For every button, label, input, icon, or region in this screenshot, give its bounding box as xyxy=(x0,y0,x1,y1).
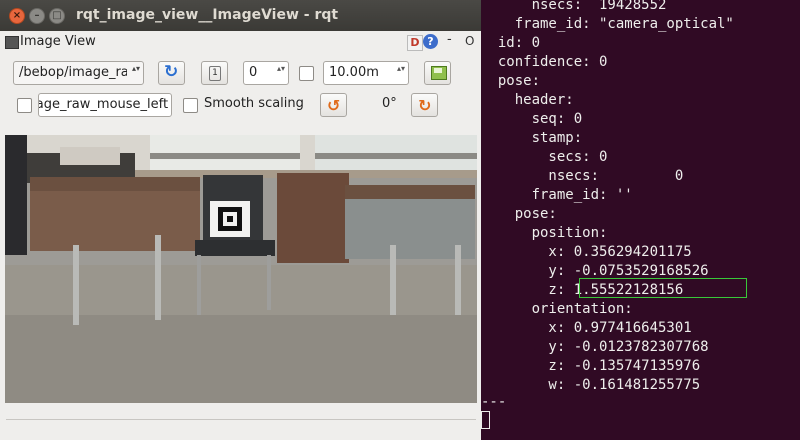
terminal-line: x: 0.356294201175 xyxy=(481,244,692,260)
save-image-button[interactable] xyxy=(424,61,451,85)
terminal-line: frame_id: "camera_optical" xyxy=(481,16,734,32)
camera-image[interactable] xyxy=(5,135,477,403)
close-window-button[interactable]: × xyxy=(9,8,25,24)
smooth-scaling-label: Smooth scaling xyxy=(204,96,304,111)
rqt-window: × – □ rqt_image_view__ImageView - rqt Im… xyxy=(0,0,481,440)
divider xyxy=(6,419,476,420)
spin-arrows-icon[interactable]: ▴▾ xyxy=(397,64,405,73)
number-gridlines-button[interactable]: 1 xyxy=(201,61,228,85)
distance-checkbox[interactable] xyxy=(299,66,314,81)
mouse-topic-value: /bebop/image_raw_mouse_left xyxy=(38,97,169,112)
terminal-line: --- xyxy=(481,394,507,410)
terminal-line: pose: xyxy=(481,206,557,222)
topic-combobox[interactable]: /bebop/image_raw ▴▾ xyxy=(13,61,144,85)
rotate-left-icon: ↺ xyxy=(327,96,341,115)
terminal-line: secs: 0 xyxy=(481,149,608,165)
save-image-icon-inner xyxy=(434,68,442,73)
terminal-line: seq: 0 xyxy=(481,111,583,127)
spin-arrows-icon[interactable]: ▴▾ xyxy=(277,64,285,73)
terminal-line: stamp: xyxy=(481,130,583,146)
combo-arrows-icon: ▴▾ xyxy=(131,64,140,73)
terminal-cursor xyxy=(481,411,490,429)
terminal-line: nsecs: 19428552 xyxy=(481,0,667,13)
terminal-line: pose: xyxy=(481,73,541,89)
plugin-help-button[interactable]: ? xyxy=(423,34,438,49)
title-bar[interactable]: × – □ rqt_image_view__ImageView - rqt xyxy=(0,0,481,31)
plugin-window-icon xyxy=(5,36,19,49)
terminal-line: frame_id: '' xyxy=(481,187,633,203)
terminal-line: w: -0.161481255775 xyxy=(481,377,701,393)
camera-scene xyxy=(5,135,477,403)
smooth-scaling-checkbox[interactable] xyxy=(183,98,198,113)
terminal-window[interactable]: nsecs: 19428552 frame_id: "camera_optica… xyxy=(481,0,800,440)
window-title: rqt_image_view__ImageView - rqt xyxy=(76,7,339,23)
terminal-line: header: xyxy=(481,92,574,108)
number-spinbox[interactable]: 0 ▴▾ xyxy=(243,61,289,85)
rotation-angle-label: 0° xyxy=(382,96,397,111)
minimize-window-button[interactable]: – xyxy=(29,8,45,24)
topic-value: /bebop/image_raw xyxy=(19,65,127,80)
number-spin-value: 0 xyxy=(249,65,258,80)
plugin-d-button[interactable]: D xyxy=(407,35,423,51)
terminal-line: id: 0 xyxy=(481,35,541,51)
number-icon: 1 xyxy=(209,66,221,81)
terminal-line: confidence: 0 xyxy=(481,54,608,70)
maximize-window-button[interactable]: □ xyxy=(49,8,65,24)
rotate-right-icon: ↻ xyxy=(418,96,432,115)
terminal-line: z: -0.135747135976 xyxy=(481,358,701,374)
status-area xyxy=(0,403,481,440)
publish-mouse-checkbox[interactable] xyxy=(17,98,32,113)
highlight-box xyxy=(579,278,747,298)
terminal-line: orientation: xyxy=(481,301,633,317)
terminal-line: position: xyxy=(481,225,608,241)
terminal-line: y: -0.0123782307768 xyxy=(481,339,709,355)
plugin-close-button[interactable]: O xyxy=(465,34,474,48)
mouse-topic-field[interactable]: /bebop/image_raw_mouse_left xyxy=(38,93,172,117)
refresh-topics-button[interactable]: ↻ xyxy=(158,61,185,85)
distance-value: 10.00m xyxy=(329,65,379,80)
refresh-icon: ↻ xyxy=(164,62,179,82)
rotate-right-button[interactable]: ↻ xyxy=(411,93,438,117)
plugin-minimize-button[interactable]: - xyxy=(447,32,452,47)
distance-spinbox[interactable]: 10.00m ▴▾ xyxy=(323,61,409,85)
terminal-line: x: 0.977416645301 xyxy=(481,320,692,336)
plugin-title: Image View xyxy=(20,34,96,49)
terminal-line: nsecs: 0 xyxy=(481,168,684,184)
rotate-left-button[interactable]: ↺ xyxy=(320,93,347,117)
